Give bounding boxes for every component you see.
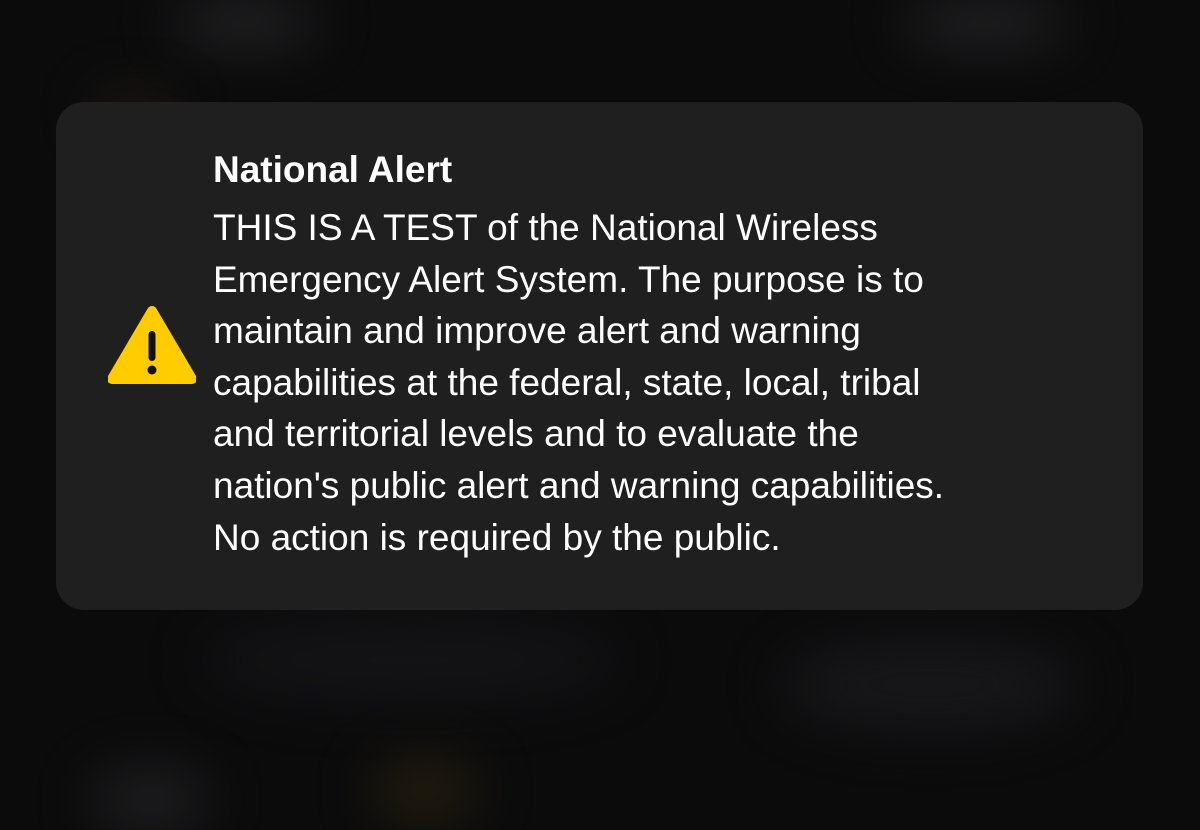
- emergency-alert-notification[interactable]: National Alert THIS IS A TEST of the Nat…: [56, 102, 1143, 610]
- background-blur: [900, 0, 1070, 45]
- alert-message-line: No action is required by the public.: [213, 516, 781, 558]
- background-blur: [780, 640, 1080, 730]
- background-blur: [370, 760, 480, 820]
- background-blur: [170, 0, 320, 45]
- warning-triangle-icon: [108, 305, 196, 387]
- background-blur: [90, 770, 210, 830]
- alert-message-line: Emergency Alert System. The purpose is t…: [213, 258, 924, 300]
- exclamation-dot: [147, 365, 157, 375]
- alert-message-line: capabilities at the federal, state, loca…: [213, 361, 921, 403]
- background-blur: [200, 620, 620, 700]
- exclamation-stem: [148, 331, 156, 361]
- alert-title: National Alert: [213, 149, 453, 190]
- alert-message-line: THIS IS A TEST of the National Wireless: [213, 207, 878, 248]
- alert-message: THIS IS A TEST of the National Wireless …: [213, 202, 1113, 563]
- alert-message-line: and territorial levels and to evaluate t…: [213, 413, 859, 455]
- alert-message-line: maintain and improve alert and warning: [213, 310, 861, 352]
- alert-message-line: nation's public alert and warning capabi…: [213, 464, 945, 506]
